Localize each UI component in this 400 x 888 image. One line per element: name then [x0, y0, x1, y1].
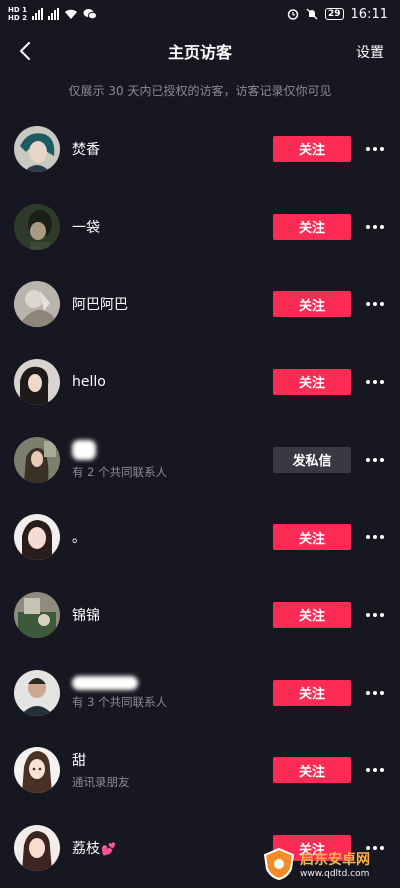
follow-button[interactable]: 关注 [273, 368, 351, 395]
visitor-info: 一袋 [72, 217, 100, 237]
avatar[interactable] [14, 125, 60, 172]
contact-source: 通讯录朋友 [72, 775, 130, 790]
visitor-name: 一袋 [72, 219, 100, 236]
visitor-name: 甜 [72, 753, 86, 770]
visitor-row[interactable]: 甜 通讯录朋友 关注 [0, 732, 400, 810]
chevron-left-icon [20, 42, 30, 60]
mutual-contacts: 有 3 个共同联系人 [72, 694, 168, 709]
visitor-info: 甜 通讯录朋友 [72, 750, 130, 790]
clock: 16:11 [350, 6, 388, 22]
follow-button[interactable]: 关注 [273, 135, 351, 162]
watermark-url: www.qdltd.com [300, 869, 370, 879]
visitor-info: 阿巴阿巴 [72, 294, 128, 314]
signal-2-icon [47, 8, 59, 20]
avatar[interactable] [14, 514, 60, 561]
settings-button[interactable]: 设置 [356, 42, 384, 62]
follow-button[interactable]: 关注 [273, 601, 351, 628]
visitor-row[interactable]: 一袋 关注 [0, 188, 400, 266]
more-options-icon[interactable] [364, 683, 386, 703]
sim-1-label: HD 1 [8, 6, 27, 14]
avatar[interactable] [14, 436, 60, 483]
visitor-row[interactable]: 有 3 个共同联系人 关注 [0, 654, 400, 732]
follow-button[interactable]: 关注 [273, 524, 351, 551]
mute-icon [306, 8, 318, 20]
follow-button[interactable]: 关注 [273, 291, 351, 318]
wifi-icon [64, 9, 77, 19]
signal-icon [31, 8, 43, 20]
visitor-info: 。 [72, 527, 86, 547]
visitor-info: 焚香 [72, 139, 100, 159]
battery-icon: 29 [325, 8, 344, 20]
visitor-name-wrap: 荔枝💕 [72, 838, 116, 858]
avatar[interactable] [14, 591, 60, 638]
message-button[interactable]: 发私信 [273, 446, 351, 473]
visitor-name: 阿巴阿巴 [72, 297, 128, 314]
more-options-icon[interactable] [364, 760, 386, 780]
privacy-notice: 仅展示 30 天内已授权的访客，访客记录仅你可见 [68, 84, 332, 98]
follow-button[interactable]: 关注 [273, 679, 351, 706]
nav-bar: 主页访客 设置 [0, 28, 400, 74]
visitor-row[interactable]: 焚香 关注 [0, 110, 400, 188]
redacted-name [72, 675, 138, 690]
visitor-name: 荔枝 [72, 841, 100, 858]
avatar[interactable] [14, 825, 60, 872]
visitor-row[interactable]: 锦锦 关注 [0, 576, 400, 654]
visitor-row[interactable]: 阿巴阿巴 关注 [0, 265, 400, 343]
redacted-name [72, 439, 96, 460]
avatar[interactable] [14, 358, 60, 405]
mutual-contacts: 有 2 个共同联系人 [72, 464, 168, 479]
visitor-info: 有 3 个共同联系人 [72, 675, 168, 710]
avatar[interactable] [14, 747, 60, 794]
sim-2-label: HD 2 [8, 14, 27, 22]
more-options-icon[interactable] [364, 527, 386, 547]
visitor-name: 。 [72, 530, 86, 547]
wechat-icon [83, 9, 97, 20]
more-options-icon[interactable] [364, 605, 386, 625]
visitor-name: 焚香 [72, 141, 100, 158]
status-bar-right: 29 16:11 [287, 7, 388, 22]
more-options-icon[interactable] [364, 450, 386, 470]
sim-indicator: HD 1 HD 2 [8, 6, 27, 22]
back-button[interactable] [14, 38, 36, 64]
watermark-name: 启东安卓网 [300, 852, 370, 868]
more-options-icon[interactable] [364, 217, 386, 237]
visitor-info: 荔枝💕 [72, 838, 116, 858]
status-bar-left: HD 1 HD 2 [8, 6, 97, 22]
more-options-icon[interactable] [364, 294, 386, 314]
visitor-list: 焚香 关注 一袋 关注 阿巴阿巴 关注 hello 关注 有 2 个共同联系人 … [0, 110, 400, 887]
visitor-name: 锦锦 [72, 607, 100, 624]
follow-button[interactable]: 关注 [273, 757, 351, 784]
visitor-info: 锦锦 [72, 605, 100, 625]
follow-button[interactable]: 关注 [273, 213, 351, 240]
shield-logo-icon [263, 847, 295, 881]
more-options-icon[interactable] [364, 139, 386, 159]
status-bar: HD 1 HD 2 29 16:11 [0, 0, 400, 28]
more-options-icon[interactable] [364, 372, 386, 392]
visitor-row[interactable]: hello 关注 [0, 343, 400, 421]
avatar[interactable] [14, 669, 60, 716]
visitor-info: 有 2 个共同联系人 [72, 439, 168, 480]
visitor-name: hello [72, 373, 106, 390]
visitor-info: hello [72, 374, 106, 390]
site-watermark: 启东安卓网 www.qdltd.com [262, 842, 398, 886]
alarm-icon [287, 9, 299, 20]
watermark-text: 启东安卓网 www.qdltd.com [300, 849, 370, 879]
visitor-row[interactable]: 有 2 个共同联系人 发私信 [0, 421, 400, 499]
visitor-row[interactable]: 。 关注 [0, 498, 400, 576]
page-title: 主页访客 [167, 43, 232, 62]
heart-icon: 💕 [101, 842, 116, 857]
avatar[interactable] [14, 203, 60, 250]
avatar[interactable] [14, 281, 60, 328]
